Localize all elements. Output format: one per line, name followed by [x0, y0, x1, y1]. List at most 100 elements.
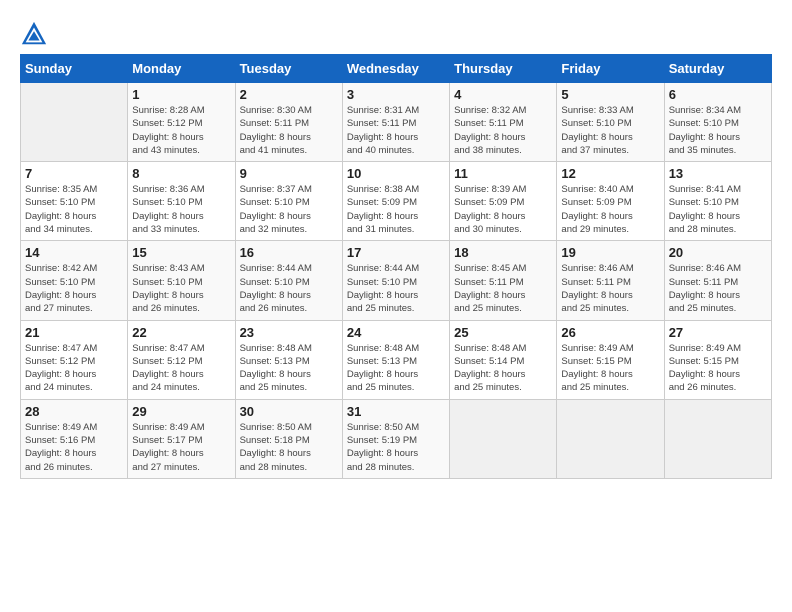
- calendar-cell: 20 Sunrise: 8:46 AM Sunset: 5:11 PM Dayli…: [664, 241, 771, 320]
- calendar-cell: 21Sunrise: 8:47 AM Sunset: 5:12 PM Dayli…: [21, 320, 128, 399]
- calendar-cell: 11 Sunrise: 8:39 AM Sunset: 5:09 PM Dayli…: [450, 162, 557, 241]
- day-info: Sunrise: 8:49 AM Sunset: 5:15 PM Dayligh…: [669, 342, 767, 395]
- calendar-cell: [557, 399, 664, 478]
- day-number: 1: [132, 87, 230, 102]
- day-info: Sunrise: 8:40 AM Sunset: 5:09 PM Dayligh…: [561, 183, 659, 236]
- calendar-cell: 24Sunrise: 8:48 AM Sunset: 5:13 PM Dayli…: [342, 320, 449, 399]
- day-number: 25: [454, 325, 552, 340]
- day-info: Sunrise: 8:47 AM Sunset: 5:12 PM Dayligh…: [132, 342, 230, 395]
- calendar-container: SundayMondayTuesdayWednesdayThursdayFrid…: [0, 0, 792, 489]
- day-info: Sunrise: 8:39 AM Sunset: 5:09 PM Dayligh…: [454, 183, 552, 236]
- day-number: 8: [132, 166, 230, 181]
- day-number: 19: [561, 245, 659, 260]
- day-info: Sunrise: 8:42 AM Sunset: 5:10 PM Dayligh…: [25, 262, 123, 315]
- calendar-cell: 14 Sunrise: 8:42 AM Sunset: 5:10 PM Dayli…: [21, 241, 128, 320]
- calendar-cell: 17 Sunrise: 8:44 AM Sunset: 5:10 PM Dayli…: [342, 241, 449, 320]
- calendar-cell: 26Sunrise: 8:49 AM Sunset: 5:15 PM Dayli…: [557, 320, 664, 399]
- weekday-header-saturday: Saturday: [664, 55, 771, 83]
- day-info: Sunrise: 8:50 AM Sunset: 5:19 PM Dayligh…: [347, 421, 445, 474]
- weekday-header-wednesday: Wednesday: [342, 55, 449, 83]
- day-info: Sunrise: 8:35 AM Sunset: 5:10 PM Dayligh…: [25, 183, 123, 236]
- calendar-cell: 29 Sunrise: 8:49 AM Sunset: 5:17 PM Dayli…: [128, 399, 235, 478]
- day-info: Sunrise: 8:44 AM Sunset: 5:10 PM Dayligh…: [347, 262, 445, 315]
- day-info: Sunrise: 8:33 AM Sunset: 5:10 PM Dayligh…: [561, 104, 659, 157]
- day-info: Sunrise: 8:48 AM Sunset: 5:13 PM Dayligh…: [347, 342, 445, 395]
- day-info: Sunrise: 8:32 AM Sunset: 5:11 PM Dayligh…: [454, 104, 552, 157]
- calendar-cell: 5 Sunrise: 8:33 AM Sunset: 5:10 PM Daylig…: [557, 83, 664, 162]
- weekday-header-sunday: Sunday: [21, 55, 128, 83]
- logo: [20, 20, 52, 48]
- calendar-cell: 25 Sunrise: 8:48 AM Sunset: 5:14 PM Dayli…: [450, 320, 557, 399]
- day-number: 28: [25, 404, 123, 419]
- calendar-cell: 12 Sunrise: 8:40 AM Sunset: 5:09 PM Dayli…: [557, 162, 664, 241]
- day-info: Sunrise: 8:38 AM Sunset: 5:09 PM Dayligh…: [347, 183, 445, 236]
- calendar-cell: 9 Sunrise: 8:37 AM Sunset: 5:10 PM Daylig…: [235, 162, 342, 241]
- calendar-cell: [450, 399, 557, 478]
- day-number: 9: [240, 166, 338, 181]
- calendar-week-3: 21 Sunrise: 8:47 AM Sunset: 5:12 PM Dayli…: [21, 320, 772, 399]
- calendar-week-1: 7 Sunrise: 8:35 AM Sunset: 5:10 PM Daylig…: [21, 162, 772, 241]
- day-number: 14: [25, 245, 123, 260]
- day-number: 16: [240, 245, 338, 260]
- day-info: Sunrise: 8:46 AM Sunset: 5:11 PM Dayligh…: [561, 262, 659, 315]
- calendar-cell: 13Sunrise: 8:41 AM Sunset: 5:10 PM Dayli…: [664, 162, 771, 241]
- calendar-week-0: 1 Sunrise: 8:28 AM Sunset: 5:12 PM Daylig…: [21, 83, 772, 162]
- calendar-cell: 23 Sunrise: 8:48 AM Sunset: 5:13 PM Dayli…: [235, 320, 342, 399]
- day-info: Sunrise: 8:50 AM Sunset: 5:18 PM Dayligh…: [240, 421, 338, 474]
- calendar-cell: 1 Sunrise: 8:28 AM Sunset: 5:12 PM Daylig…: [128, 83, 235, 162]
- calendar-cell: 7 Sunrise: 8:35 AM Sunset: 5:10 PM Daylig…: [21, 162, 128, 241]
- header-row: [20, 20, 772, 48]
- calendar-cell: 28 Sunrise: 8:49 AM Sunset: 5:16 PM Dayli…: [21, 399, 128, 478]
- day-number: 30: [240, 404, 338, 419]
- day-number: 6: [669, 87, 767, 102]
- weekday-header-friday: Friday: [557, 55, 664, 83]
- day-number: 17: [347, 245, 445, 260]
- day-info: Sunrise: 8:43 AM Sunset: 5:10 PM Dayligh…: [132, 262, 230, 315]
- day-number: 18: [454, 245, 552, 260]
- day-info: Sunrise: 8:46 AM Sunset: 5:11 PM Dayligh…: [669, 262, 767, 315]
- day-info: Sunrise: 8:48 AM Sunset: 5:14 PM Dayligh…: [454, 342, 552, 395]
- day-number: 22: [132, 325, 230, 340]
- calendar-cell: 22 Sunrise: 8:47 AM Sunset: 5:12 PM Dayli…: [128, 320, 235, 399]
- day-number: 13: [669, 166, 767, 181]
- calendar-cell: 31 Sunrise: 8:50 AM Sunset: 5:19 PM Dayli…: [342, 399, 449, 478]
- calendar-cell: [664, 399, 771, 478]
- calendar-cell: 2 Sunrise: 8:30 AM Sunset: 5:11 PM Daylig…: [235, 83, 342, 162]
- day-info: Sunrise: 8:48 AM Sunset: 5:13 PM Dayligh…: [240, 342, 338, 395]
- day-number: 3: [347, 87, 445, 102]
- calendar-header: SundayMondayTuesdayWednesdayThursdayFrid…: [21, 55, 772, 83]
- day-number: 31: [347, 404, 445, 419]
- calendar-week-4: 28 Sunrise: 8:49 AM Sunset: 5:16 PM Dayli…: [21, 399, 772, 478]
- day-number: 23: [240, 325, 338, 340]
- weekday-header-row: SundayMondayTuesdayWednesdayThursdayFrid…: [21, 55, 772, 83]
- day-number: 10: [347, 166, 445, 181]
- day-number: 2: [240, 87, 338, 102]
- weekday-header-thursday: Thursday: [450, 55, 557, 83]
- calendar-cell: [21, 83, 128, 162]
- day-number: 7: [25, 166, 123, 181]
- day-info: Sunrise: 8:37 AM Sunset: 5:10 PM Dayligh…: [240, 183, 338, 236]
- day-info: Sunrise: 8:49 AM Sunset: 5:15 PM Dayligh…: [561, 342, 659, 395]
- weekday-header-tuesday: Tuesday: [235, 55, 342, 83]
- calendar-body: 1 Sunrise: 8:28 AM Sunset: 5:12 PM Daylig…: [21, 83, 772, 479]
- day-number: 11: [454, 166, 552, 181]
- calendar-cell: 19 Sunrise: 8:46 AM Sunset: 5:11 PM Dayli…: [557, 241, 664, 320]
- weekday-header-monday: Monday: [128, 55, 235, 83]
- day-info: Sunrise: 8:28 AM Sunset: 5:12 PM Dayligh…: [132, 104, 230, 157]
- logo-icon: [20, 20, 48, 48]
- calendar-cell: 27Sunrise: 8:49 AM Sunset: 5:15 PM Dayli…: [664, 320, 771, 399]
- day-info: Sunrise: 8:49 AM Sunset: 5:17 PM Dayligh…: [132, 421, 230, 474]
- day-number: 20: [669, 245, 767, 260]
- day-info: Sunrise: 8:49 AM Sunset: 5:16 PM Dayligh…: [25, 421, 123, 474]
- calendar-cell: 6Sunrise: 8:34 AM Sunset: 5:10 PM Daylig…: [664, 83, 771, 162]
- day-number: 12: [561, 166, 659, 181]
- day-info: Sunrise: 8:31 AM Sunset: 5:11 PM Dayligh…: [347, 104, 445, 157]
- day-number: 5: [561, 87, 659, 102]
- day-info: Sunrise: 8:44 AM Sunset: 5:10 PM Dayligh…: [240, 262, 338, 315]
- calendar-cell: 18Sunrise: 8:45 AM Sunset: 5:11 PM Dayli…: [450, 241, 557, 320]
- day-info: Sunrise: 8:30 AM Sunset: 5:11 PM Dayligh…: [240, 104, 338, 157]
- calendar-cell: 4Sunrise: 8:32 AM Sunset: 5:11 PM Daylig…: [450, 83, 557, 162]
- day-number: 29: [132, 404, 230, 419]
- calendar-week-2: 14 Sunrise: 8:42 AM Sunset: 5:10 PM Dayli…: [21, 241, 772, 320]
- day-number: 21: [25, 325, 123, 340]
